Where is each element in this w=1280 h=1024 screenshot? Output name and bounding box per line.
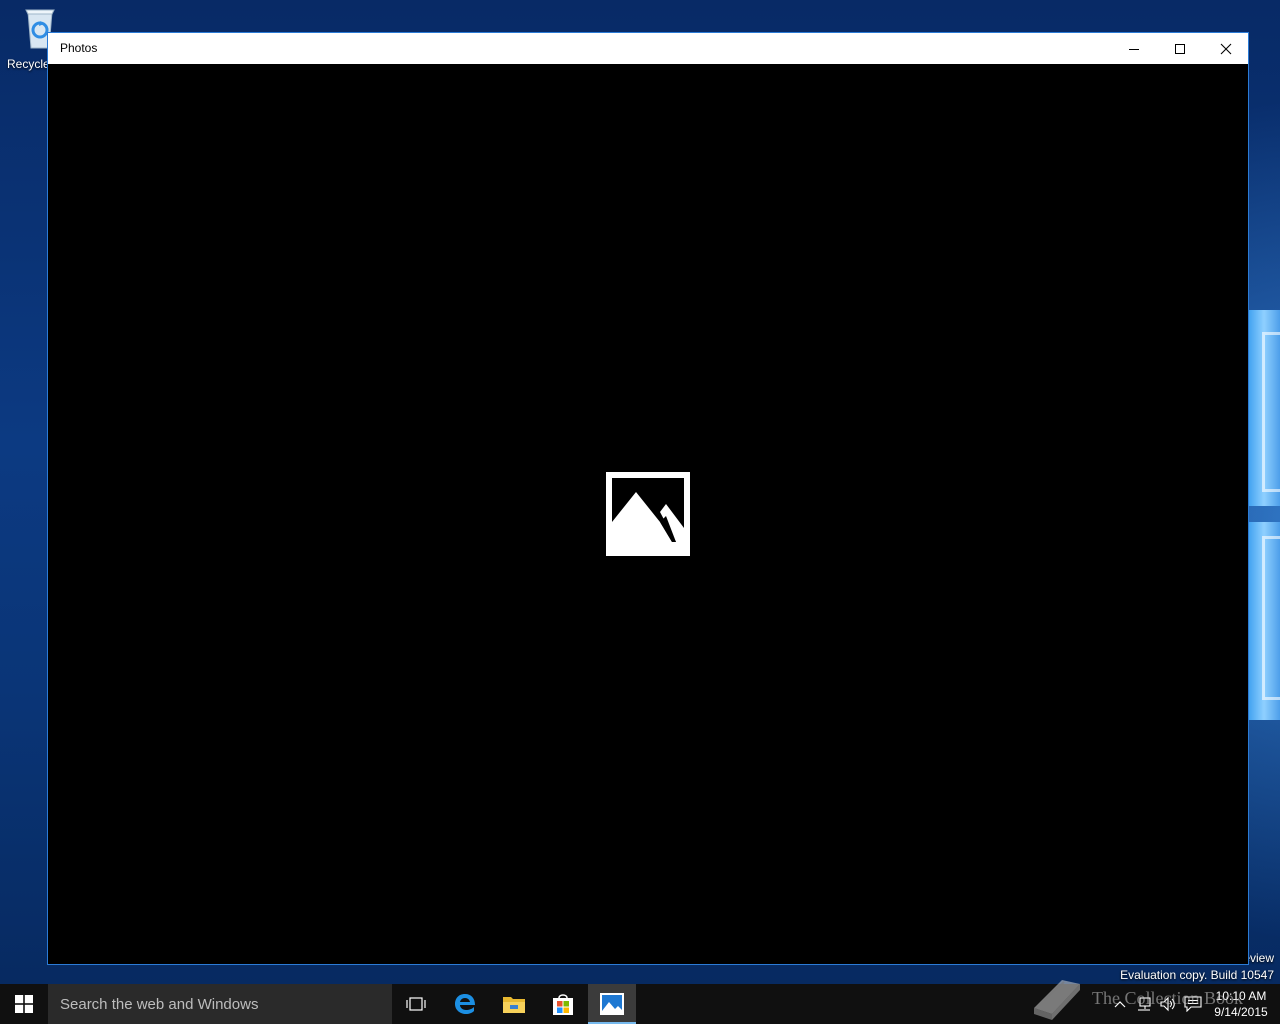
show-hidden-icons-button[interactable] — [1108, 984, 1132, 1024]
clock[interactable]: 10:10 AM 9/14/2015 — [1208, 988, 1274, 1020]
clock-date: 9/14/2015 — [1214, 1005, 1268, 1019]
file-explorer-icon — [503, 997, 525, 1013]
action-center-button[interactable] — [1180, 984, 1206, 1024]
close-icon — [1220, 43, 1232, 54]
action-center-icon — [1184, 996, 1202, 1012]
task-view-button[interactable] — [392, 984, 440, 1024]
photos-window: Photos — [47, 32, 1249, 965]
photo-viewer-canvas[interactable] — [48, 64, 1248, 964]
search-input[interactable] — [48, 984, 392, 1024]
windows-logo-wallpaper — [1248, 310, 1280, 720]
network-button[interactable] — [1132, 984, 1156, 1024]
edge-icon — [455, 994, 475, 1014]
image-placeholder-icon — [606, 472, 690, 556]
minimize-icon — [1129, 48, 1139, 50]
watermark-build: Evaluation copy. Build 10547 — [1120, 968, 1274, 982]
start-button[interactable] — [0, 984, 48, 1024]
minimize-button[interactable] — [1111, 33, 1157, 64]
network-icon — [1138, 997, 1151, 1011]
close-button[interactable] — [1203, 33, 1249, 64]
window-title: Photos — [60, 41, 98, 55]
maximize-button[interactable] — [1157, 33, 1203, 64]
window-titlebar[interactable]: Photos — [48, 33, 1248, 64]
taskbar: 10:10 AM 9/14/2015 — [0, 984, 1280, 1024]
task-view-icon — [406, 997, 426, 1011]
maximize-icon — [1175, 43, 1185, 54]
store-button[interactable] — [539, 984, 587, 1024]
search-box[interactable] — [48, 984, 392, 1024]
file-explorer-button[interactable] — [490, 984, 538, 1024]
volume-button[interactable] — [1156, 984, 1180, 1024]
clock-time: 10:10 AM — [1215, 989, 1267, 1003]
edge-button[interactable] — [441, 984, 489, 1024]
chevron-up-icon — [1114, 1001, 1126, 1008]
store-icon — [553, 994, 573, 1015]
windows-start-icon — [15, 995, 33, 1013]
volume-icon — [1160, 996, 1175, 1012]
photos-icon — [600, 993, 624, 1015]
photos-taskbar-button[interactable] — [588, 984, 636, 1024]
